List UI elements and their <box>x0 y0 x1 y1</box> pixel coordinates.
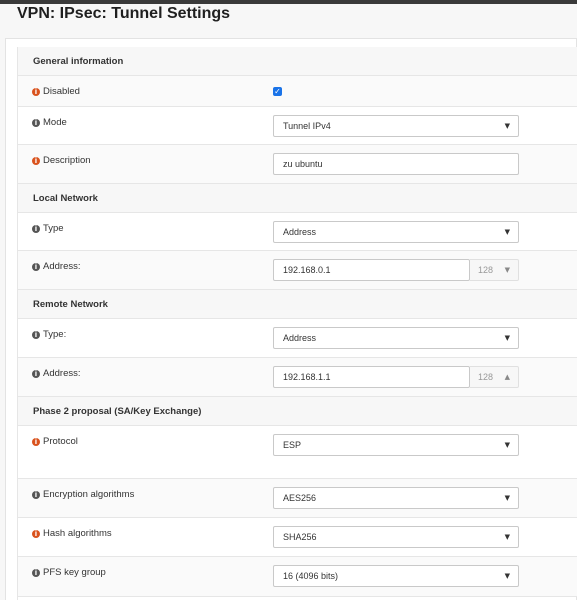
info-icon[interactable]: i <box>32 156 40 165</box>
remote-type-label: Type: <box>43 329 67 340</box>
row-remote-type: i Type: Address ▼ <box>18 319 577 358</box>
info-icon[interactable]: i <box>32 568 40 577</box>
disabled-label: Disabled <box>43 86 80 97</box>
section-phase2-label: Phase 2 proposal (SA/Key Exchange) <box>33 406 202 417</box>
mode-label-group: i Mode <box>32 117 67 128</box>
row-mode: i Mode Tunnel IPv4 ▼ <box>18 107 577 145</box>
hash-value: SHA256 <box>283 532 317 542</box>
remote-address-value: 192.168.1.1 <box>283 372 331 382</box>
remote-type-value: Address <box>283 333 317 343</box>
row-remote-address: i Address: 192.168.1.1 128 ▲ <box>18 358 577 397</box>
section-general-label: General information <box>33 56 124 67</box>
row-disabled: i Disabled ✓ <box>18 76 577 107</box>
local-address-value: 192.168.0.1 <box>283 265 331 275</box>
chevron-down-icon: ▼ <box>504 228 510 236</box>
protocol-value: ESP <box>283 440 302 450</box>
info-icon[interactable]: i <box>32 529 40 538</box>
remote-address-label-group: i Address: <box>32 368 81 379</box>
local-mask-select[interactable]: 128 ▼ <box>470 259 519 281</box>
remote-address-label: Address: <box>43 368 81 379</box>
hash-label: Hash algorithms <box>43 528 112 539</box>
local-type-value: Address <box>283 227 317 237</box>
row-description: i Description zu ubuntu <box>18 145 577 184</box>
remote-type-select[interactable]: Address ▼ <box>273 327 519 349</box>
remote-mask-select[interactable]: 128 ▲ <box>470 366 519 388</box>
disabled-checkbox[interactable]: ✓ <box>273 87 282 96</box>
pfs-select[interactable]: 16 (4096 bits) ▼ <box>273 565 519 587</box>
row-local-address: i Address: 192.168.0.1 128 ▼ <box>18 251 577 290</box>
settings-table: General information i Disabled ✓ i Mode … <box>17 47 577 600</box>
encryption-value: AES256 <box>283 493 317 503</box>
local-type-label: Type <box>43 223 64 234</box>
description-value: zu ubuntu <box>283 159 323 169</box>
remote-type-label-group: i Type: <box>32 329 66 340</box>
chevron-down-icon: ▼ <box>504 572 510 580</box>
local-type-select[interactable]: Address ▼ <box>273 221 519 243</box>
chevron-down-icon: ▼ <box>504 441 510 449</box>
section-general: General information <box>18 47 577 76</box>
hash-label-group: i Hash algorithms <box>32 528 112 539</box>
remote-mask-value: 128 <box>478 372 494 382</box>
info-icon[interactable]: i <box>32 490 40 499</box>
description-input[interactable]: zu ubuntu <box>273 153 519 175</box>
section-remote-network: Remote Network <box>18 290 577 319</box>
row-protocol: i Protocol ESP ▼ <box>18 426 577 479</box>
info-icon[interactable]: i <box>32 224 40 233</box>
protocol-label-group: i Protocol <box>32 436 78 447</box>
info-icon[interactable]: i <box>32 87 40 96</box>
pfs-label: PFS key group <box>43 567 106 578</box>
local-address-label-group: i Address: <box>32 261 81 272</box>
pfs-value: 16 (4096 bits) <box>283 571 339 581</box>
info-icon[interactable]: i <box>32 262 40 271</box>
chevron-down-icon: ▼ <box>504 266 510 274</box>
description-label-group: i Description <box>32 155 91 166</box>
row-encryption: i Encryption algorithms AES256 ▼ <box>18 479 577 518</box>
row-pfs: i PFS key group 16 (4096 bits) ▼ <box>18 557 577 597</box>
chevron-up-icon: ▲ <box>504 373 510 381</box>
section-remote-label: Remote Network <box>33 299 108 310</box>
protocol-label: Protocol <box>43 436 78 447</box>
encryption-label: Encryption algorithms <box>43 489 135 500</box>
local-type-label-group: i Type <box>32 223 64 234</box>
mode-label: Mode <box>43 117 67 128</box>
mode-value: Tunnel IPv4 <box>283 121 331 131</box>
local-address-label: Address: <box>43 261 81 272</box>
info-icon[interactable]: i <box>32 369 40 378</box>
encryption-select[interactable]: AES256 ▼ <box>273 487 519 509</box>
chevron-down-icon: ▼ <box>504 122 510 130</box>
protocol-select[interactable]: ESP ▼ <box>273 434 519 456</box>
row-hash: i Hash algorithms SHA256 ▼ <box>18 518 577 557</box>
mode-select[interactable]: Tunnel IPv4 ▼ <box>273 115 519 137</box>
disabled-label-group: i Disabled <box>32 86 80 97</box>
chevron-down-icon: ▼ <box>504 494 510 502</box>
pfs-label-group: i PFS key group <box>32 567 106 578</box>
info-icon[interactable]: i <box>32 330 40 339</box>
page-title: VPN: IPsec: Tunnel Settings <box>17 5 231 22</box>
section-local-network: Local Network <box>18 184 577 213</box>
remote-address-input[interactable]: 192.168.1.1 <box>273 366 470 388</box>
chevron-down-icon: ▼ <box>504 334 510 342</box>
section-phase2: Phase 2 proposal (SA/Key Exchange) <box>18 397 577 426</box>
section-local-label: Local Network <box>33 193 98 204</box>
row-local-type: i Type Address ▼ <box>18 213 577 251</box>
chevron-down-icon: ▼ <box>504 533 510 541</box>
info-icon[interactable]: i <box>32 118 40 127</box>
info-icon[interactable]: i <box>32 437 40 446</box>
description-label: Description <box>43 155 91 166</box>
hash-select[interactable]: SHA256 ▼ <box>273 526 519 548</box>
local-mask-value: 128 <box>478 265 494 275</box>
local-address-input[interactable]: 192.168.0.1 <box>273 259 470 281</box>
encryption-label-group: i Encryption algorithms <box>32 489 134 500</box>
